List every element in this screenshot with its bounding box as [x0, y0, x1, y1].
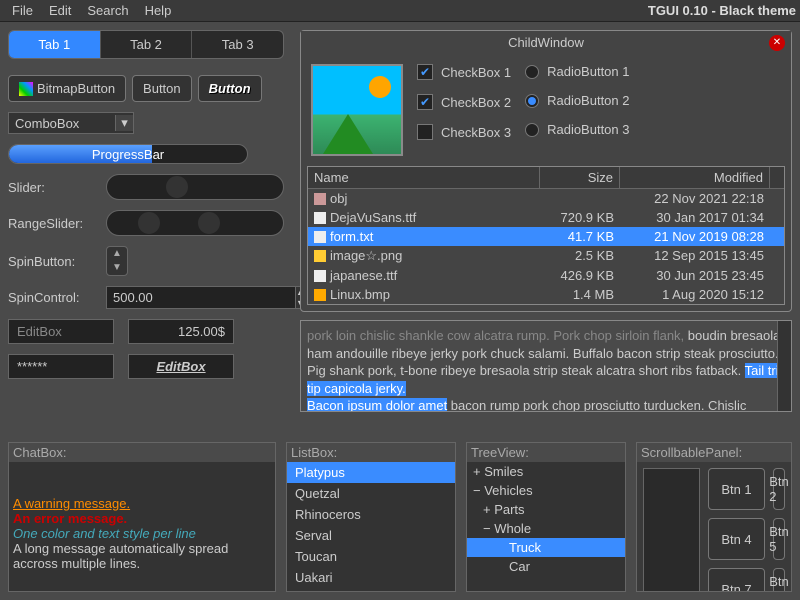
spin-button[interactable]: ▲▼ [106, 246, 128, 276]
scrollable-panel[interactable]: Btn 1 Btn 2 Btn 4 Btn 5 Btn 7 Btn 8 [637, 462, 791, 592]
file-row[interactable]: japanese.ttf426.9 KB30 Jun 2015 23:45 [308, 266, 784, 285]
file-icon [314, 270, 326, 282]
chatbox[interactable]: A warning message. An error message. One… [9, 462, 275, 591]
editbox-hint[interactable]: EditBox [8, 319, 114, 344]
treeview-label: TreeView: [467, 443, 625, 462]
file-icon [314, 193, 326, 205]
file-row[interactable]: image☆.png2.5 KB12 Sep 2015 13:45 [308, 246, 784, 266]
tab-bar: Tab 1 Tab 2 Tab 3 [8, 30, 284, 59]
spinbtn-label: SpinButton: [8, 254, 98, 269]
combobox[interactable]: ComboBox ▾ [8, 112, 134, 134]
menu-edit[interactable]: Edit [41, 1, 79, 20]
spin-control[interactable]: ▲▼ [106, 286, 206, 309]
file-list[interactable]: Name Size Modified obj22 Nov 2021 22:18D… [307, 166, 785, 305]
tree-node[interactable]: + Parts [467, 500, 625, 519]
slider[interactable] [106, 174, 284, 200]
file-row[interactable]: DejaVuSans.ttf720.9 KB30 Jan 2017 01:34 [308, 208, 784, 227]
list-item[interactable]: Platypus [287, 462, 455, 483]
radio-icon[interactable] [525, 65, 539, 79]
checkbox-2[interactable]: CheckBox 2 [417, 94, 511, 110]
checkbox-3[interactable]: CheckBox 3 [417, 124, 511, 140]
tab-3[interactable]: Tab 3 [192, 31, 283, 58]
radio-icon[interactable] [525, 94, 539, 108]
menu-help[interactable]: Help [137, 1, 180, 20]
treeview[interactable]: + Smiles− Vehicles+ Parts− Whole Truck C… [467, 462, 625, 591]
menu-file[interactable]: File [4, 1, 41, 20]
chevron-down-icon[interactable]: ▾ [115, 115, 133, 131]
panel-button-5[interactable]: Btn 7 [708, 568, 765, 592]
tab-1[interactable]: Tab 1 [9, 31, 101, 58]
listbox[interactable]: PlatypusQuetzalRhinocerosServalToucanUak… [287, 462, 455, 591]
child-window: ChildWindow ✕ CheckBox 1 CheckBox 2 CheckB… [300, 30, 792, 312]
tree-node[interactable]: + Smiles [467, 462, 625, 481]
file-icon [314, 250, 326, 262]
file-row[interactable]: obj22 Nov 2021 22:18 [308, 189, 784, 208]
close-icon[interactable]: ✕ [769, 35, 785, 51]
range-slider[interactable] [106, 210, 284, 236]
radio-2[interactable]: RadioButton 2 [525, 93, 629, 108]
tree-node[interactable]: Truck [467, 538, 625, 557]
file-icon [314, 212, 326, 224]
radio-1[interactable]: RadioButton 1 [525, 64, 629, 79]
checkbox-icon[interactable] [417, 64, 433, 80]
editbox-label[interactable]: EditBox [128, 354, 234, 379]
col-modified[interactable]: Modified [620, 167, 770, 188]
file-row[interactable]: form.txt41.7 KB21 Nov 2019 08:28 [308, 227, 784, 246]
tree-node[interactable]: − Vehicles [467, 481, 625, 500]
picture-icon [311, 64, 403, 156]
list-item[interactable]: Serval [287, 525, 455, 546]
editbox-money[interactable]: 125.00$ [128, 319, 234, 344]
spin-input[interactable] [106, 286, 296, 309]
bitmap-button[interactable]: BitmapButton [8, 75, 126, 102]
checkbox-icon[interactable] [417, 94, 433, 110]
spinctl-label: SpinControl: [8, 290, 98, 305]
tree-node[interactable]: − Whole [467, 519, 625, 538]
list-item[interactable]: Uakari [287, 567, 455, 588]
file-row[interactable]: Linux.bmp1.4 MB1 Aug 2020 15:12 [308, 285, 784, 304]
checkbox-1[interactable]: CheckBox 1 [417, 64, 511, 80]
listbox-label: ListBox: [287, 443, 455, 462]
panel-button-2[interactable]: Btn 2 [773, 468, 785, 510]
panel-button-4[interactable]: Btn 5 [773, 518, 785, 560]
menu-search[interactable]: Search [79, 1, 136, 20]
range-label: RangeSlider: [8, 216, 98, 231]
scrollbar-v[interactable] [777, 321, 791, 411]
scrollpanel-label: ScrollbablePanel: [637, 443, 791, 462]
textarea[interactable]: pork loin chislic shankle cow alcatra ru… [300, 320, 792, 412]
col-name[interactable]: Name [308, 167, 540, 188]
panel-button-6[interactable]: Btn 8 [773, 568, 785, 592]
slider-label: Slider: [8, 180, 98, 195]
combobox-value: ComboBox [9, 116, 115, 131]
panel-button-3[interactable]: Btn 4 [708, 518, 765, 560]
window-title: TGUI 0.10 - Black theme [648, 3, 796, 18]
progressbar: ProgressBar [8, 144, 248, 164]
menubar: File Edit Search Help TGUI 0.10 - Black … [0, 0, 800, 22]
col-size[interactable]: Size [540, 167, 620, 188]
scrollbar-v[interactable] [643, 468, 700, 592]
plain-button[interactable]: Button [132, 75, 192, 102]
panel-button-1[interactable]: Btn 1 [708, 468, 765, 510]
checkbox-icon[interactable] [417, 124, 433, 140]
radio-icon[interactable] [525, 123, 539, 137]
scrollbar-v[interactable] [770, 167, 784, 188]
tab-2[interactable]: Tab 2 [101, 31, 193, 58]
radio-3[interactable]: RadioButton 3 [525, 122, 629, 137]
file-icon [314, 289, 326, 301]
tree-node[interactable]: Car [467, 557, 625, 576]
file-icon [314, 231, 326, 243]
editbox-password[interactable]: ****** [8, 354, 114, 379]
styled-button[interactable]: Button [198, 75, 262, 102]
bitmap-icon [19, 82, 33, 96]
list-item[interactable]: Toucan [287, 546, 455, 567]
list-item[interactable]: Quetzal [287, 483, 455, 504]
childwin-title[interactable]: ChildWindow ✕ [301, 31, 791, 54]
chatbox-label: ChatBox: [9, 443, 275, 462]
list-item[interactable]: Rhinoceros [287, 504, 455, 525]
